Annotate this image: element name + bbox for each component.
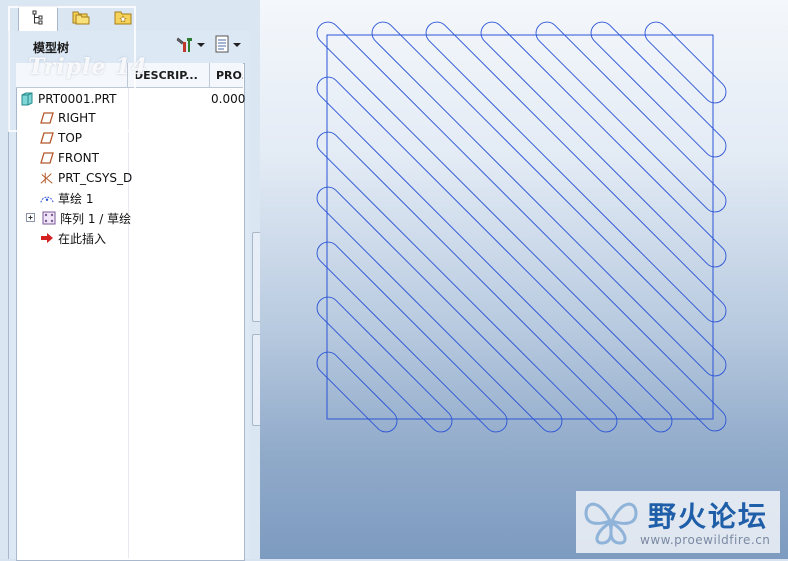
graphics-window[interactable]: [260, 0, 788, 559]
datum-plane-icon: [40, 131, 54, 145]
sketch-boundary: [326, 34, 714, 420]
list-settings-icon: [213, 35, 231, 56]
tree-item-label: RIGHT: [58, 111, 96, 125]
folder-browser-tab[interactable]: [62, 6, 100, 30]
model-tree-tab[interactable]: [18, 6, 58, 31]
coordinate-system-icon: [40, 171, 54, 185]
logo-url: www.proewildfire.cn: [640, 533, 771, 547]
tree-item-label: TOP: [58, 131, 83, 145]
sketch-slot: [480, 21, 727, 268]
tree-item-front[interactable]: FRONT: [40, 148, 99, 168]
sketch-slot: [316, 131, 618, 433]
sketch-slot: [316, 351, 398, 433]
tree-item-value: 0.000: [211, 92, 246, 106]
tree-item-csys[interactable]: PRT_CSYS_D: [40, 168, 132, 188]
sketch-slot: [535, 21, 727, 213]
forum-logo: 野火论坛 www.proewildfire.cn: [576, 491, 780, 553]
tree-item-insert-here[interactable]: 在此插入: [40, 228, 106, 248]
tree-toolbar: [173, 35, 243, 55]
sketch-slot: [316, 241, 508, 433]
pattern-icon: [42, 211, 56, 225]
sketch-slot: [316, 76, 673, 433]
favorites-tab[interactable]: [104, 6, 142, 30]
show-menu-button[interactable]: [173, 35, 207, 55]
sketch-drawing: [316, 21, 727, 433]
sketch-slot: [644, 21, 727, 104]
tree-item-part[interactable]: PRT0001.PRT: [20, 89, 116, 109]
tree-item-label: PRT_CSYS_D: [58, 171, 133, 185]
datum-plane-icon: [40, 151, 54, 165]
butterfly-logo-icon: [584, 502, 638, 545]
tree-item-label: FRONT: [58, 151, 99, 165]
sketch-icon: [40, 191, 54, 205]
chevron-down-icon: [233, 43, 241, 47]
tree-item-label: 阵列 1 / 草绘: [60, 211, 132, 226]
tree-item-label: PRT0001.PRT: [38, 92, 117, 106]
expand-icon[interactable]: [24, 211, 38, 225]
column-divider: [128, 88, 129, 558]
navigator-pane: 模型树 DESCRIP... PRO... PRT0001.PRT 0.000: [0, 0, 258, 561]
tools-icon: [175, 35, 195, 56]
datum-plane-icon: [40, 111, 54, 125]
tree-item-pattern[interactable]: 阵列 1 / 草绘: [24, 208, 131, 228]
tree-item-sketch[interactable]: 草绘 1: [40, 188, 93, 208]
navigator-tabs: [8, 6, 258, 32]
tree-icon: [30, 10, 46, 29]
sketch-slot: [425, 21, 727, 323]
logo-title: 野火论坛: [648, 500, 769, 533]
sketch-slot: [316, 186, 563, 433]
tree-item-label: 在此插入: [58, 231, 107, 246]
part-icon: [20, 92, 34, 106]
watermark-text: Triple 14: [28, 54, 148, 80]
settings-menu-button[interactable]: [211, 35, 243, 55]
tree-item-label: 草绘 1: [58, 191, 94, 206]
sketch-slot: [371, 21, 727, 377]
chevron-down-icon: [197, 43, 205, 47]
column-header-property[interactable]: PRO...: [210, 63, 243, 87]
favorites-folder-icon: [113, 8, 133, 29]
sketch-slot: [316, 21, 727, 432]
folders-icon: [71, 8, 91, 29]
insert-here-arrow-icon: [40, 231, 54, 245]
tree-item-right[interactable]: RIGHT: [40, 108, 96, 128]
tree-item-top[interactable]: TOP: [40, 128, 82, 148]
